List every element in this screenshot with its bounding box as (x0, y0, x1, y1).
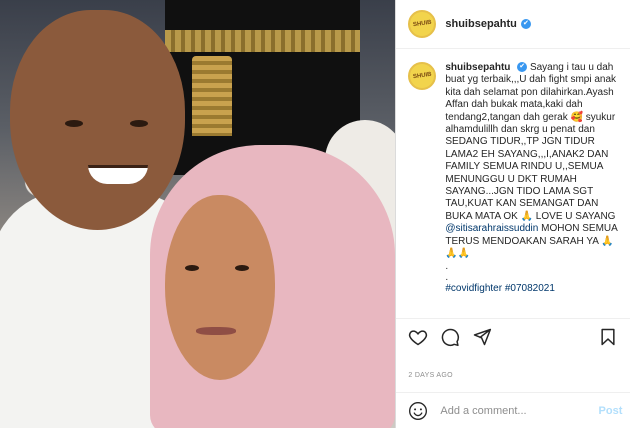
post-side-panel: SHUIB shuibsepahtu ✔ SHUIB shuibsepahtu … (395, 0, 630, 428)
man-right-eye (130, 120, 148, 127)
verified-badge-icon: ✔ (520, 19, 531, 29)
emoji-icon[interactable] (408, 401, 428, 421)
woman-left-eye (185, 265, 199, 271)
caption-text: Sayang i tau u dah buat yg terbaik,,,U d… (445, 62, 617, 222)
caption-mention-link[interactable]: @sitisarahraissuddin (445, 223, 538, 234)
man-smile (88, 165, 148, 184)
instagram-post: SHUIB shuibsepahtu ✔ SHUIB shuibsepahtu … (0, 0, 630, 428)
post-comment-button[interactable]: Post (599, 405, 623, 417)
caption-dot-1: . (445, 260, 449, 272)
post-caption: shuibsepahtu ✔ Sayang i tau u dah buat y… (445, 62, 620, 295)
kaaba-band (165, 30, 360, 52)
avatar-logo-text: SHUIB (412, 19, 433, 29)
header-username[interactable]: shuibsepahtu (445, 18, 517, 30)
man-face (10, 10, 185, 230)
post-timestamp[interactable]: 2 DAYS AGO (408, 372, 453, 379)
caption-dot-2: . (445, 271, 449, 283)
action-bar (396, 318, 630, 357)
caption-avatar[interactable]: SHUIB (408, 62, 437, 90)
caption-username[interactable]: shuibsepahtu (445, 62, 510, 73)
post-header: SHUIB shuibsepahtu ✔ (396, 0, 630, 49)
man-left-eye (65, 120, 83, 127)
post-photo[interactable] (0, 0, 396, 428)
caption-verified-badge-icon: ✔ (517, 62, 528, 73)
woman-lips (196, 327, 236, 335)
caption-avatar-logo-text: SHUIB (412, 71, 433, 81)
bookmark-icon[interactable] (598, 327, 618, 347)
heart-icon[interactable] (408, 327, 428, 347)
woman-right-eye (235, 265, 249, 271)
caption-block: SHUIB shuibsepahtu ✔ Sayang i tau u dah … (408, 62, 620, 295)
caption-hashtags[interactable]: #covidfighter #07082021 (445, 283, 555, 294)
comment-icon[interactable] (440, 327, 460, 347)
woman-face (165, 195, 275, 380)
caption-avatar-wrap: SHUIB (408, 62, 437, 295)
comment-bar: Post (396, 392, 630, 429)
share-icon[interactable] (472, 327, 492, 347)
profile-avatar[interactable]: SHUIB (408, 10, 437, 38)
comment-input[interactable] (438, 404, 583, 418)
